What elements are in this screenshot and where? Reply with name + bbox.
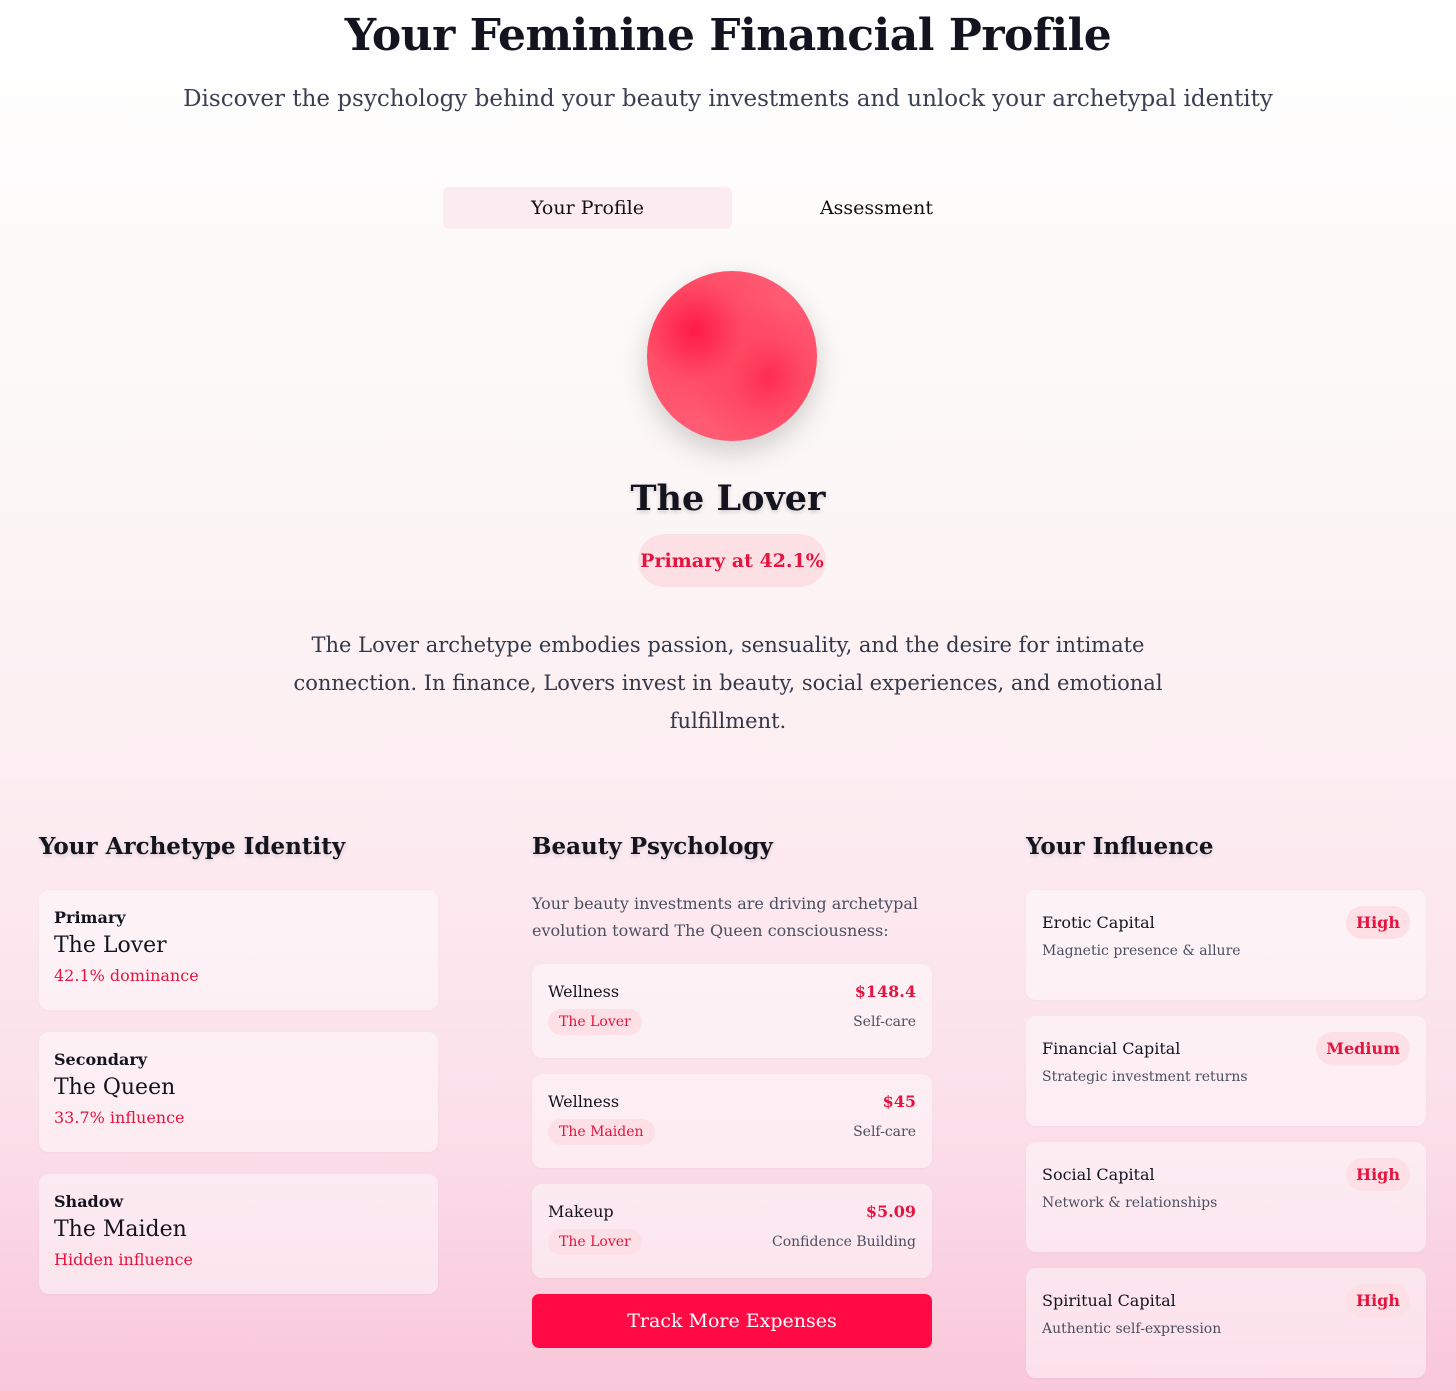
track-more-expenses-button[interactable]: Track More Expenses [532, 1294, 932, 1348]
archetype-orb [647, 271, 817, 441]
identity-card-primary: Primary The Lover 42.1% dominance [39, 890, 438, 1010]
identity-label: Shadow [54, 1192, 124, 1211]
page-subtitle: Discover the psychology behind your beau… [183, 86, 1273, 112]
expense-archetype-tag: The Maiden [548, 1119, 655, 1145]
influence-level-badge: High [1345, 906, 1410, 939]
expense-category: Makeup [548, 1202, 614, 1221]
page-title: Your Feminine Financial Profile [344, 10, 1112, 61]
influence-card-spiritual: Spiritual Capital High Authentic self-ex… [1026, 1268, 1426, 1378]
identity-name: The Queen [54, 1075, 176, 1100]
expense-category: Wellness [548, 982, 620, 1001]
identity-note: 42.1% dominance [54, 966, 199, 985]
influence-name: Spiritual Capital [1042, 1291, 1176, 1310]
identity-heading: Your Archetype Identity [39, 833, 346, 860]
tab-assessment[interactable]: Assessment [732, 187, 1021, 229]
identity-card-secondary: Secondary The Queen 33.7% influence [39, 1032, 438, 1152]
influence-card-erotic: Erotic Capital High Magnetic presence & … [1026, 890, 1426, 1000]
influence-level-badge: High [1345, 1284, 1410, 1317]
influence-name: Social Capital [1042, 1165, 1155, 1184]
expense-purpose: Confidence Building [771, 1234, 916, 1250]
expense-purpose: Self-care [853, 1014, 916, 1030]
expense-amount: $148.4 [854, 982, 916, 1001]
beauty-heading: Beauty Psychology [532, 833, 773, 860]
influence-card-social: Social Capital High Network & relationsh… [1026, 1142, 1426, 1252]
expense-archetype-tag: The Lover [548, 1229, 642, 1255]
identity-note: 33.7% influence [54, 1108, 185, 1127]
expense-purpose: Self-care [853, 1124, 916, 1140]
identity-name: The Lover [54, 933, 167, 958]
identity-note: Hidden influence [54, 1250, 194, 1269]
influence-card-financial: Financial Capital Medium Strategic inves… [1026, 1016, 1426, 1126]
expense-card: Makeup $5.09 The Lover Confidence Buildi… [532, 1184, 932, 1278]
archetype-name: The Lover [630, 478, 826, 519]
influence-desc: Strategic investment returns [1042, 1069, 1248, 1085]
identity-label: Primary [54, 908, 126, 927]
influence-level-badge: High [1345, 1158, 1410, 1191]
influence-desc: Network & relationships [1042, 1195, 1218, 1211]
influence-name: Erotic Capital [1042, 913, 1155, 932]
expense-amount: $45 [882, 1092, 916, 1111]
influence-heading: Your Influence [1026, 833, 1214, 860]
expense-card: Wellness $148.4 The Lover Self-care [532, 964, 932, 1058]
influence-level-badge: Medium [1316, 1032, 1410, 1065]
identity-label: Secondary [54, 1050, 148, 1069]
archetype-description: The Lover archetype embodies passion, se… [293, 633, 1163, 733]
identity-card-shadow: Shadow The Maiden Hidden influence [39, 1174, 438, 1294]
influence-name: Financial Capital [1042, 1039, 1181, 1058]
expense-category: Wellness [548, 1092, 620, 1111]
identity-name: The Maiden [54, 1217, 187, 1242]
influence-desc: Authentic self-expression [1042, 1321, 1222, 1337]
expense-card: Wellness $45 The Maiden Self-care [532, 1074, 932, 1168]
tab-bar: Your Profile Assessment [443, 187, 1021, 229]
influence-desc: Magnetic presence & allure [1042, 943, 1241, 959]
tab-your-profile[interactable]: Your Profile [443, 187, 732, 229]
expense-amount: $5.09 [865, 1202, 916, 1221]
expense-archetype-tag: The Lover [548, 1009, 642, 1035]
primary-badge: Primary at 42.1% [638, 534, 826, 587]
beauty-intro: Your beauty investments are driving arch… [532, 894, 919, 940]
